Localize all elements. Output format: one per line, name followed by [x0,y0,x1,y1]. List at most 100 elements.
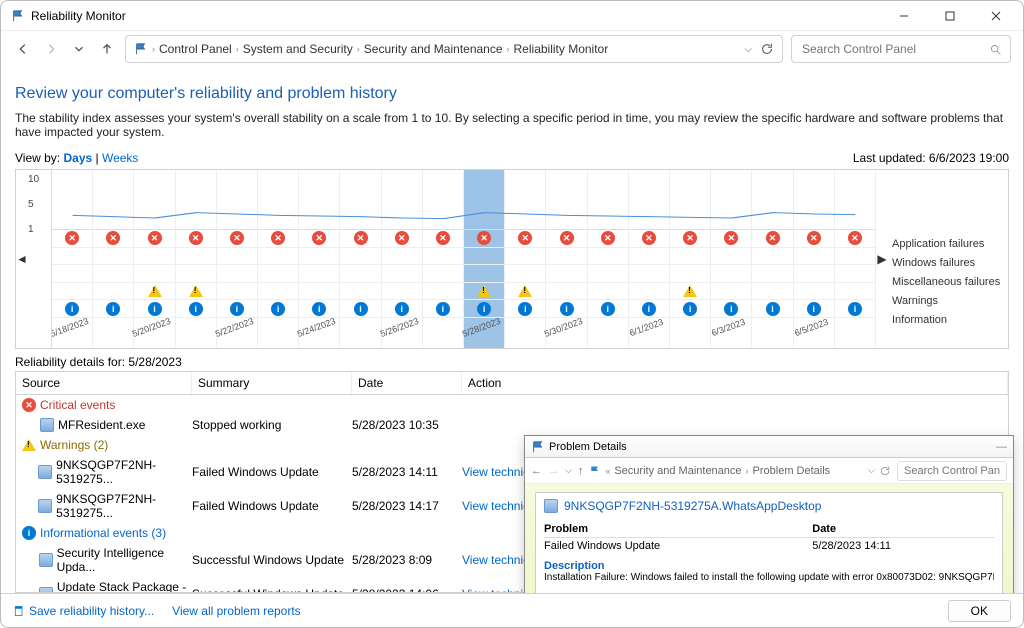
info-icon: i [724,302,738,316]
popup-address-bar: ← → ⌵ ↑ « Security and Maintenance › Pro… [525,458,1013,484]
info-icon: i [560,302,574,316]
info-icon: i [601,302,615,316]
popup-up-button[interactable]: ↑ [578,465,584,477]
table-row[interactable]: MFResident.exeStopped working5/28/2023 1… [16,415,1008,435]
popup-back-button[interactable]: ← [531,465,542,477]
date-label [337,316,384,348]
col-summary[interactable]: Summary [192,372,352,394]
popup-forward-button[interactable]: → [548,465,559,477]
popup-recent-dropdown[interactable]: ⌵ [565,465,572,476]
breadcrumb[interactable]: › Control Panel › System and Security › … [125,35,783,63]
popup-search-input[interactable] [897,461,1007,481]
chart-scroll-right[interactable]: ▶ [876,170,888,348]
y-axis: 10 5 1 [28,170,52,348]
error-icon: ✕ [724,231,738,245]
date-label [420,316,467,348]
date-label [90,316,137,348]
date-label: 5/30/2023 [543,316,590,348]
window-title: Reliability Monitor [31,9,126,23]
refresh-icon[interactable] [760,42,774,56]
popup-title: Problem Details [549,441,627,453]
details-group-header[interactable]: ✕Critical events [16,395,1008,415]
minimize-button[interactable] [881,1,927,31]
breadcrumb-item[interactable]: Control Panel [159,42,232,56]
error-icon: ✕ [436,231,450,245]
close-button[interactable] [973,1,1019,31]
breadcrumb-item[interactable]: Security and Maintenance [364,42,503,56]
stability-sparkline [52,170,876,230]
info-icon: i [683,302,697,316]
app-icon [39,587,53,593]
popup-refresh-icon[interactable] [879,465,891,477]
forward-button[interactable] [41,39,61,59]
details-title-prefix: Reliability details for: [15,355,125,369]
chart-legend: Application failures Windows failures Mi… [888,170,1008,348]
error-icon: ✕ [65,231,79,245]
breadcrumb-item[interactable]: System and Security [243,42,353,56]
chevron-right-icon: › [357,44,360,54]
view-by-weeks[interactable]: Weeks [102,151,138,165]
info-icon: i [230,302,244,316]
error-icon: ✕ [560,231,574,245]
search-box[interactable] [791,35,1011,63]
chevron-right-icon: › [236,44,239,54]
breadcrumb-item[interactable]: Reliability Monitor [514,42,609,56]
warning-icon [683,285,697,297]
date-label: 5/18/2023 [52,316,95,348]
save-history-link[interactable]: Save reliability history... [13,604,154,618]
problem-details-window: Problem Details — ← → ⌵ ↑ « Security and… [524,435,1014,593]
popup-titlebar[interactable]: Problem Details — [525,436,1013,458]
warning-icon [22,439,36,451]
error-icon: ✕ [766,231,780,245]
date-label [749,316,796,348]
search-icon [989,43,1002,56]
page-description: The stability index assesses your system… [15,111,1009,139]
error-icon: ✕ [312,231,326,245]
search-input[interactable] [800,41,989,57]
maximize-button[interactable] [927,1,973,31]
warning-icon [189,285,203,297]
error-icon: ✕ [642,231,656,245]
app-icon [39,553,53,567]
info-icon: i [642,302,656,316]
error-icon: ✕ [518,231,532,245]
chart-scroll-left[interactable]: ◄ [16,170,28,348]
back-button[interactable] [13,39,33,59]
address-bar: › Control Panel › System and Security › … [1,31,1023,67]
up-button[interactable] [97,39,117,59]
date-label [502,316,549,348]
popup-minimize-icon[interactable]: — [996,441,1007,453]
info-icon: i [312,302,326,316]
error-icon: ✕ [683,231,697,245]
info-icon: i [22,526,36,540]
page-heading: Review your computer's reliability and p… [15,85,1009,103]
popup-breadcrumb-item[interactable]: Problem Details [753,465,831,477]
popup-date-value: 5/28/2023 14:11 [812,538,994,555]
col-date[interactable]: Date [352,372,462,394]
date-label [255,316,302,348]
last-updated-label: Last updated: [853,151,926,165]
info-icon: i [848,302,862,316]
info-icon: i [766,302,780,316]
error-icon: ✕ [271,231,285,245]
col-source[interactable]: Source [16,372,192,394]
reliability-flag-icon [11,9,25,23]
date-label [667,316,714,348]
col-action[interactable]: Action [462,372,1008,394]
breadcrumb-flag-icon [134,42,148,56]
popup-col-date: Date [812,521,994,538]
recent-dropdown[interactable] [69,39,89,59]
view-by-label: View by: [15,151,60,165]
error-icon: ✕ [148,231,162,245]
ok-button[interactable]: OK [948,600,1011,622]
table-header: Source Summary Date Action [16,372,1008,395]
view-all-reports-link[interactable]: View all problem reports [172,604,301,618]
view-by-days[interactable]: Days [63,151,92,165]
error-icon: ✕ [807,231,821,245]
error-icon: ✕ [477,231,491,245]
chevron-down-icon[interactable]: ⌵ [744,44,752,55]
date-label: 5/24/2023 [296,316,343,348]
popup-breadcrumb-item[interactable]: Security and Maintenance [614,465,741,477]
date-label: 6/3/2023 [708,316,755,348]
details-title-date: 5/28/2023 [128,355,181,369]
